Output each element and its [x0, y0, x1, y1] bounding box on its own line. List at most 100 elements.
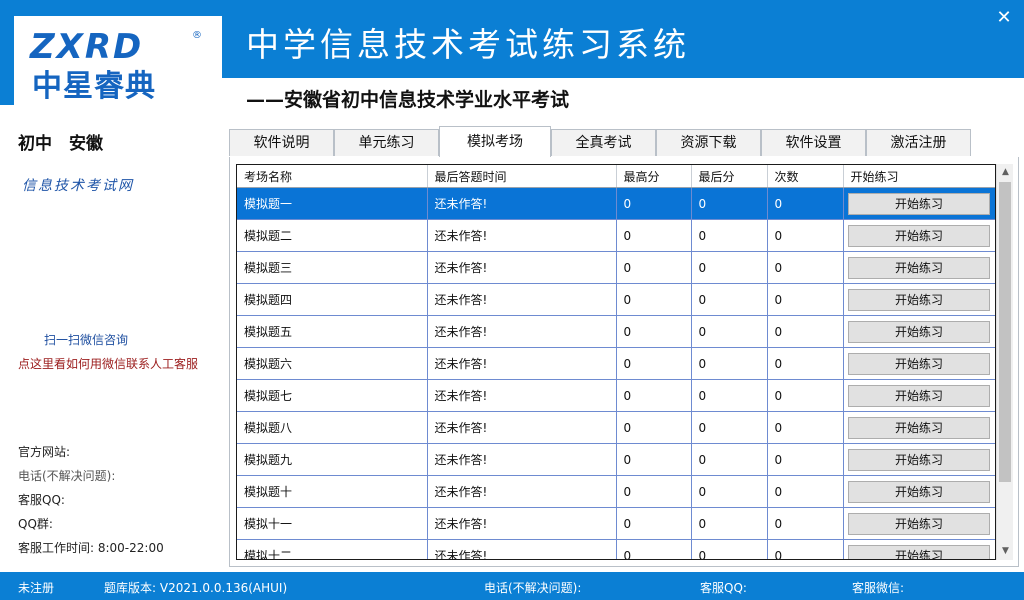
tab-mock-exam[interactable]: 模拟考场 [439, 126, 551, 157]
last-score-cell: 0 [691, 187, 768, 220]
table-row[interactable]: 模拟题八 还未作答! 0 0 0 开始练习 [237, 411, 995, 444]
exam-name-cell: 模拟题九 [237, 443, 428, 476]
tab-unit-practice[interactable]: 单元练习 [334, 129, 439, 156]
scroll-up-icon[interactable]: ▲ [997, 164, 1014, 181]
last-score-cell: 0 [691, 315, 768, 348]
app-subtitle: ——安徽省初中信息技术学业水平考试 [246, 89, 570, 111]
tab-settings[interactable]: 软件设置 [761, 129, 866, 156]
last-score-cell: 0 [691, 379, 768, 412]
start-practice-button[interactable]: 开始练习 [848, 288, 990, 311]
official-site-label: 官方网站: [18, 445, 71, 459]
high-score-cell: 0 [616, 347, 692, 380]
col-count[interactable]: 次数 [767, 165, 844, 188]
exam-name-cell: 模拟题六 [237, 347, 428, 380]
table-row[interactable]: 模拟题十 还未作答! 0 0 0 开始练习 [237, 475, 995, 508]
last-time-cell: 还未作答! [427, 347, 617, 380]
start-cell: 开始练习 [843, 187, 995, 220]
start-practice-button[interactable]: 开始练习 [848, 224, 990, 247]
app-title: 中学信息技术考试练习系统 [246, 25, 690, 64]
start-practice-button[interactable]: 开始练习 [848, 480, 990, 503]
table-row[interactable]: 模拟题四 还未作答! 0 0 0 开始练习 [237, 283, 995, 316]
tab-real-exam[interactable]: 全真考试 [551, 129, 656, 156]
start-practice-button[interactable]: 开始练习 [848, 256, 990, 279]
count-cell: 0 [767, 507, 844, 540]
start-practice-button[interactable]: 开始练习 [848, 512, 990, 535]
table-row[interactable]: 模拟题三 还未作答! 0 0 0 开始练习 [237, 251, 995, 284]
count-cell: 0 [767, 443, 844, 476]
last-time-cell: 还未作答! [427, 251, 617, 284]
table-row[interactable]: 模拟题一 还未作答! 0 0 0 开始练习 [237, 187, 995, 220]
high-score-cell: 0 [616, 315, 692, 348]
question-bank-version: 题库版本: V2021.0.0.136(AHUI) [104, 581, 288, 595]
qq-label: 客服QQ: [18, 493, 65, 507]
table-row[interactable]: 模拟题七 还未作答! 0 0 0 开始练习 [237, 379, 995, 412]
header: ZXRD ® 中星睿典 中学信息技术考试练习系统 ✕ ——安徽省初中信息技术学业… [0, 0, 1024, 111]
last-score-cell: 0 [691, 219, 768, 252]
exam-name-cell: 模拟题十 [237, 475, 428, 508]
table-row[interactable]: 模拟题六 还未作答! 0 0 0 开始练习 [237, 347, 995, 380]
last-time-cell: 还未作答! [427, 539, 617, 559]
vertical-scrollbar[interactable]: ▲ ▼ [996, 164, 1013, 560]
tab-activation[interactable]: 激活注册 [866, 129, 971, 156]
start-practice-button[interactable]: 开始练习 [848, 416, 990, 439]
status-bar: 未注册 题库版本: V2021.0.0.136(AHUI) 电话(不解决问题):… [0, 572, 1024, 600]
last-score-cell: 0 [691, 283, 768, 316]
region-label: 初中 安徽 [18, 134, 103, 154]
wechat-consult-label: 扫一扫微信咨询 [44, 333, 129, 347]
tab-resource-download[interactable]: 资源下载 [656, 129, 761, 156]
logo-area: ZXRD ® 中星睿典 [0, 0, 222, 105]
logo-en-text: ZXRD [29, 27, 143, 67]
last-time-cell: 还未作答! [427, 187, 617, 220]
last-score-cell: 0 [691, 475, 768, 508]
col-high-score[interactable]: 最高分 [616, 165, 692, 188]
col-start[interactable]: 开始练习 [843, 165, 995, 188]
count-cell: 0 [767, 379, 844, 412]
exam-name-cell: 模拟题八 [237, 411, 428, 444]
status-qq: 客服QQ: [700, 581, 747, 595]
high-score-cell: 0 [616, 219, 692, 252]
exam-name-cell: 模拟题七 [237, 379, 428, 412]
start-cell: 开始练习 [843, 443, 995, 476]
last-score-cell: 0 [691, 443, 768, 476]
logo-cn-text: 中星睿典 [32, 69, 156, 102]
high-score-cell: 0 [616, 411, 692, 444]
scroll-down-icon[interactable]: ▼ [997, 543, 1014, 560]
start-cell: 开始练习 [843, 507, 995, 540]
start-practice-button[interactable]: 开始练习 [848, 192, 990, 215]
start-practice-button[interactable]: 开始练习 [848, 448, 990, 471]
high-score-cell: 0 [616, 283, 692, 316]
close-icon[interactable]: ✕ [994, 8, 1014, 28]
count-cell: 0 [767, 219, 844, 252]
qq-group-label: QQ群: [18, 517, 53, 531]
high-score-cell: 0 [616, 475, 692, 508]
start-practice-button[interactable]: 开始练习 [848, 544, 990, 559]
col-last-time[interactable]: 最后答题时间 [427, 165, 617, 188]
table-row[interactable]: 模拟题五 还未作答! 0 0 0 开始练习 [237, 315, 995, 348]
count-cell: 0 [767, 315, 844, 348]
last-time-cell: 还未作答! [427, 283, 617, 316]
col-last-score[interactable]: 最后分 [691, 165, 768, 188]
table-row[interactable]: 模拟题九 还未作答! 0 0 0 开始练习 [237, 443, 995, 476]
start-practice-button[interactable]: 开始练习 [848, 352, 990, 375]
col-exam-name[interactable]: 考场名称 [237, 165, 428, 188]
table-header: 考场名称 最后答题时间 最高分 最后分 次数 开始练习 [237, 165, 995, 188]
count-cell: 0 [767, 187, 844, 220]
company-logo: ZXRD ® 中星睿典 [29, 27, 202, 102]
count-cell: 0 [767, 251, 844, 284]
table-row[interactable]: 模拟题二 还未作答! 0 0 0 开始练习 [237, 219, 995, 252]
table-row[interactable]: 模拟十一 还未作答! 0 0 0 开始练习 [237, 507, 995, 540]
start-cell: 开始练习 [843, 219, 995, 252]
last-score-cell: 0 [691, 507, 768, 540]
wechat-guide-link[interactable]: 点这里看如何用微信联系人工客服 [18, 355, 198, 372]
status-wechat: 客服微信: [852, 581, 905, 595]
exam-name-cell: 模拟题三 [237, 251, 428, 284]
scroll-thumb[interactable] [999, 182, 1011, 482]
start-practice-button[interactable]: 开始练习 [848, 320, 990, 343]
table-row[interactable]: 模拟十二 还未作答! 0 0 0 开始练习 [237, 539, 995, 559]
high-score-cell: 0 [616, 539, 692, 559]
tab-software-info[interactable]: 软件说明 [229, 129, 334, 156]
start-practice-button[interactable]: 开始练习 [848, 384, 990, 407]
exam-name-cell: 模拟题二 [237, 219, 428, 252]
exam-name-cell: 模拟题一 [237, 187, 428, 220]
registration-status: 未注册 [18, 581, 55, 595]
